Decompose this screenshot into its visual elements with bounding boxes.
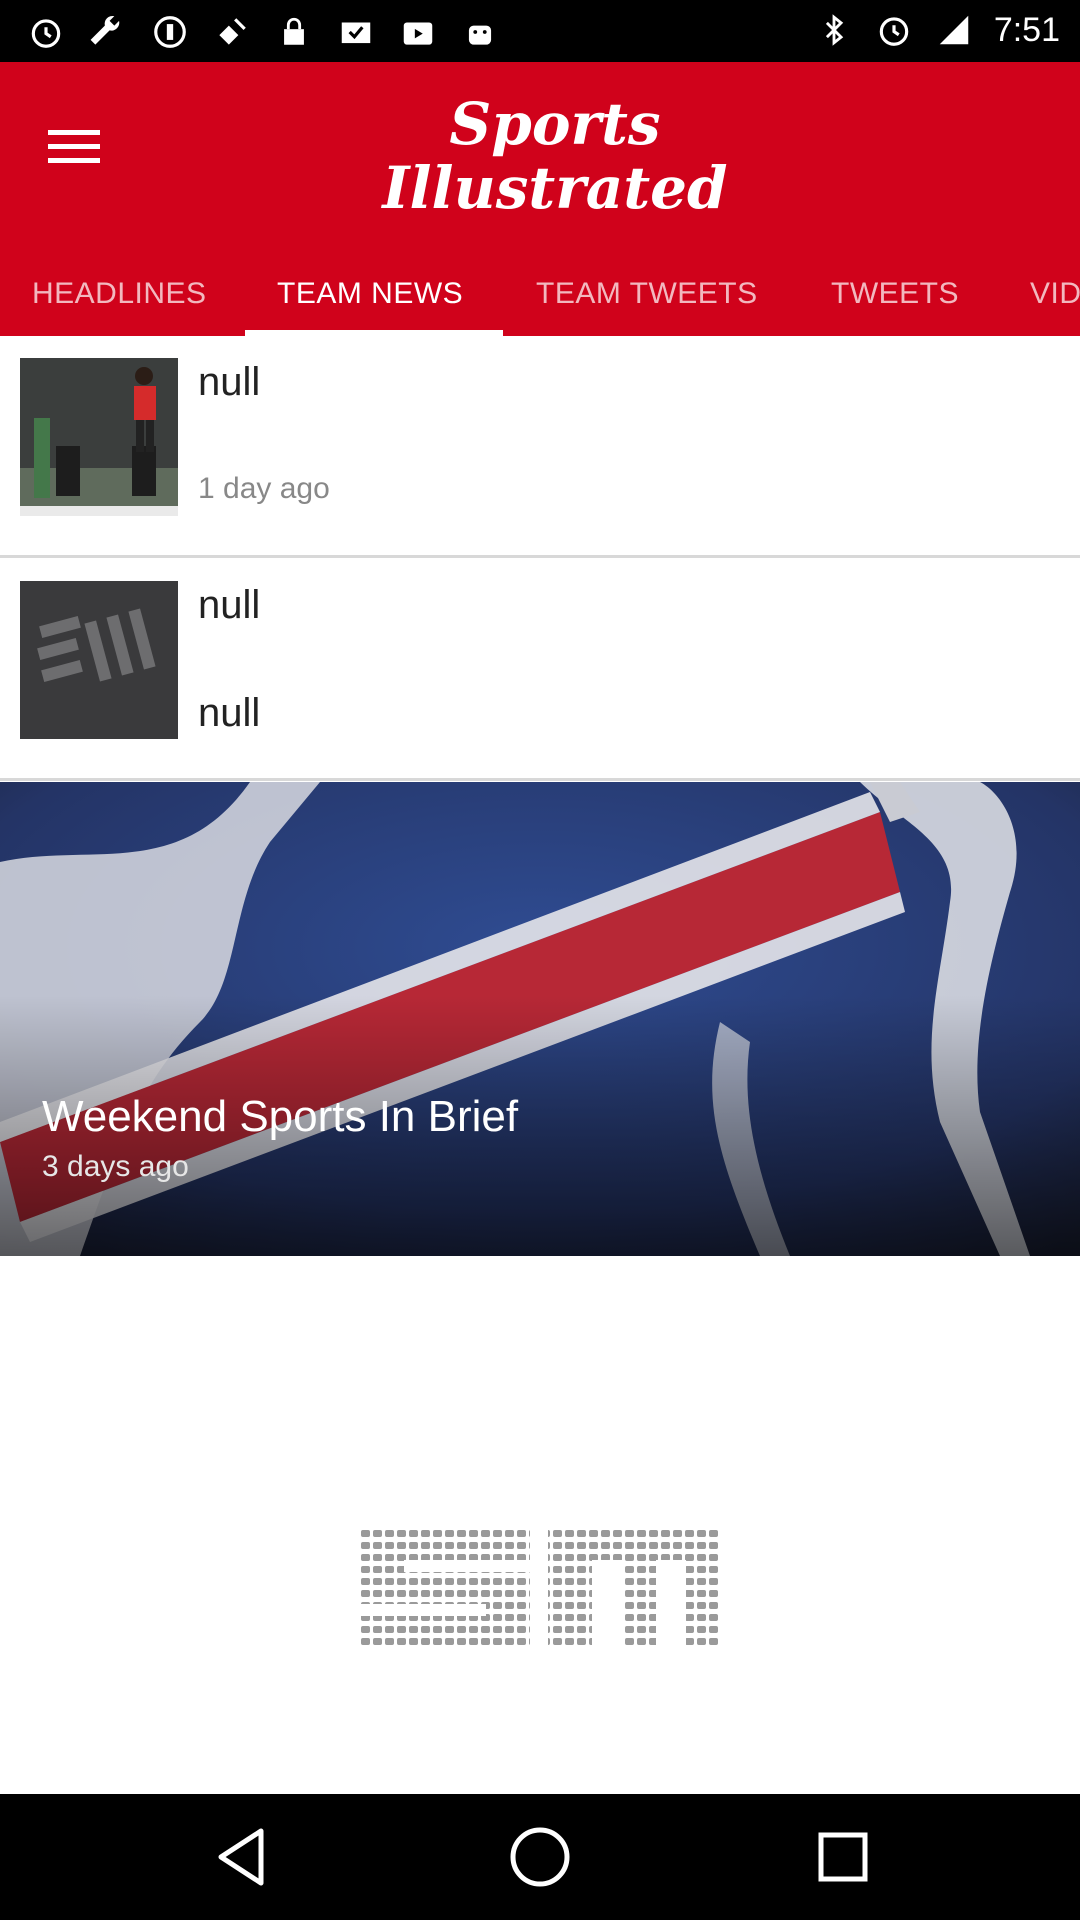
- article-timestamp: 1 day ago: [198, 472, 330, 505]
- list-item[interactable]: null null: [0, 559, 1080, 781]
- home-button[interactable]: [505, 1822, 575, 1892]
- hero-article-card[interactable]: Weekend Sports In Brief 3 days ago: [0, 782, 1080, 1256]
- list-item[interactable]: null 1 day ago: [0, 336, 1080, 558]
- svg-text:Illustrated: Illustrated: [380, 154, 727, 218]
- fake-gps-icon: [212, 12, 252, 52]
- wrench-icon: [88, 12, 128, 52]
- lock-icon: [274, 12, 314, 52]
- play-store-icon: [398, 12, 438, 52]
- hero-image: [0, 782, 1080, 1256]
- recents-button[interactable]: [808, 1822, 878, 1892]
- tab-tweets[interactable]: TWEETS: [831, 252, 959, 336]
- alarm-icon: [26, 12, 66, 52]
- article-thumbnail: [20, 358, 178, 516]
- hamburger-menu-icon: [48, 130, 100, 163]
- bluetooth-icon: [814, 10, 854, 50]
- android-icon: [460, 12, 500, 52]
- article-subtitle: null: [198, 691, 261, 735]
- sync-icon: [150, 12, 190, 52]
- svg-text:Sports: Sports: [449, 90, 660, 158]
- tab-team-tweets[interactable]: TEAM TWEETS: [536, 252, 758, 336]
- back-button[interactable]: [206, 1822, 276, 1892]
- recents-icon: [818, 1832, 868, 1882]
- app-bar: Sports Illustrated HEADLINES TEAM NEWS T…: [0, 62, 1080, 336]
- tab-videos[interactable]: VID: [1030, 252, 1080, 336]
- status-bar: 7:51: [0, 0, 1080, 62]
- status-time: 7:51: [993, 10, 1060, 49]
- mail-check-icon: [336, 12, 376, 52]
- home-icon: [510, 1827, 570, 1887]
- si-logo: [360, 1528, 720, 1648]
- article-thumbnail: [20, 581, 178, 739]
- article-title: null: [198, 583, 261, 627]
- sports-illustrated-logo: Sports Illustrated: [380, 90, 727, 218]
- tab-headlines[interactable]: HEADLINES: [32, 252, 207, 336]
- back-icon: [218, 1828, 264, 1886]
- signal-icon: [934, 10, 974, 50]
- article-title: null: [198, 360, 261, 404]
- tab-team-news[interactable]: TEAM NEWS: [277, 252, 463, 336]
- menu-button[interactable]: [44, 116, 104, 176]
- tab-bar: HEADLINES TEAM NEWS TEAM TWEETS TWEETS V…: [0, 252, 1080, 336]
- alarm-icon: [874, 10, 914, 50]
- navigation-bar: [0, 1794, 1080, 1920]
- hero-timestamp: 3 days ago: [42, 1150, 189, 1183]
- hero-title: Weekend Sports In Brief: [42, 1092, 519, 1141]
